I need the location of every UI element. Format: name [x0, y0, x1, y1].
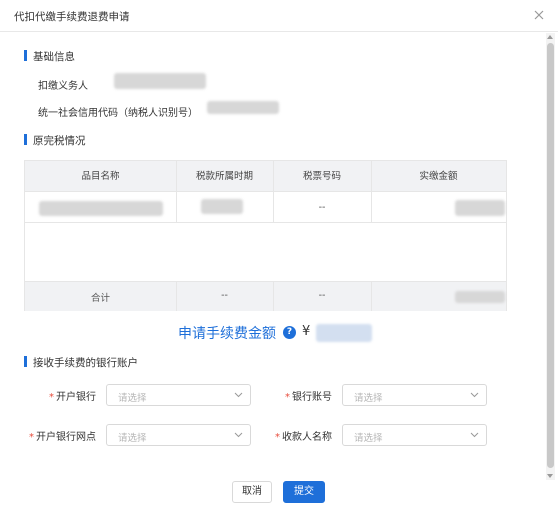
- fee-amount-label: 申请手续费金额: [178, 326, 276, 342]
- scroll-down-arrow-icon[interactable]: [547, 474, 553, 478]
- table-total-row: 合计 -- --: [25, 281, 506, 311]
- column-divider: [176, 161, 177, 223]
- column-header-ticket-no: 税票号码: [302, 171, 341, 182]
- section-title-basic-info: 基础信息: [24, 49, 75, 64]
- bank-select-placeholder: 请选择: [118, 393, 147, 404]
- branch-select-placeholder: 请选择: [118, 433, 147, 444]
- credit-code-label: 统一社会信用代码（纳税人识别号）: [38, 108, 198, 119]
- currency-symbol: ¥: [302, 324, 311, 339]
- column-header-item-name: 品目名称: [81, 171, 120, 182]
- table-row: --: [25, 192, 506, 223]
- withholding-agent-value-redacted: [114, 73, 206, 89]
- withholding-agent-label: 扣缴义务人: [38, 81, 88, 92]
- total-ticket-no-cell: --: [318, 290, 326, 301]
- column-divider: [371, 161, 372, 223]
- column-divider: [371, 281, 372, 311]
- table-header: 品目名称 税款所属时期 税票号码 实缴金额: [25, 161, 506, 192]
- ticket-no-cell: --: [318, 202, 326, 213]
- total-label: 合计: [90, 293, 110, 304]
- column-divider: [273, 281, 274, 311]
- item-name-redacted: [39, 201, 163, 216]
- close-icon[interactable]: [532, 8, 546, 22]
- account-select-placeholder: 请选择: [354, 393, 383, 404]
- section-title-tax-status: 原完税情况: [24, 133, 86, 148]
- branch-select[interactable]: 请选择: [106, 424, 251, 446]
- total-amount-redacted: [455, 291, 505, 303]
- chevron-down-icon: [234, 432, 243, 438]
- account-label: * 银行账号: [285, 392, 332, 403]
- total-period-cell: --: [221, 290, 228, 301]
- column-divider: [273, 161, 274, 223]
- dialog-header: 代扣代缴手续费退费申请: [0, 0, 558, 32]
- submit-button[interactable]: 提交: [283, 481, 325, 503]
- fee-amount-redacted: [316, 324, 372, 342]
- bank-label: * 开户银行: [49, 392, 96, 403]
- tax-period-redacted: [201, 199, 243, 214]
- bank-select[interactable]: 请选择: [106, 384, 251, 406]
- branch-label: * 开户银行网点: [29, 432, 96, 443]
- payee-label: * 收款人名称: [275, 432, 332, 443]
- column-header-paid-amount: 实缴金额: [419, 171, 458, 182]
- scrollbar[interactable]: [546, 33, 555, 480]
- column-divider: [176, 281, 177, 311]
- column-header-tax-period: 税款所属时期: [195, 171, 253, 182]
- payee-select[interactable]: 请选择: [342, 424, 487, 446]
- tax-table: 品目名称 税款所属时期 税票号码 实缴金额 -- 合计 -- --: [24, 160, 507, 311]
- scrollbar-thumb[interactable]: [547, 43, 554, 468]
- account-select[interactable]: 请选择: [342, 384, 487, 406]
- chevron-down-icon: [470, 432, 479, 438]
- payee-select-placeholder: 请选择: [354, 433, 383, 444]
- chevron-down-icon: [234, 392, 243, 398]
- scroll-up-arrow-icon[interactable]: [547, 35, 553, 39]
- section-title-bank-account: 接收手续费的银行账户: [24, 355, 138, 370]
- cancel-button[interactable]: 取消: [232, 481, 272, 503]
- paid-amount-redacted: [455, 200, 505, 216]
- chevron-down-icon: [470, 392, 479, 398]
- credit-code-value-redacted: [207, 101, 279, 114]
- help-icon[interactable]: ?: [283, 326, 296, 339]
- dialog-title: 代扣代缴手续费退费申请: [14, 11, 130, 23]
